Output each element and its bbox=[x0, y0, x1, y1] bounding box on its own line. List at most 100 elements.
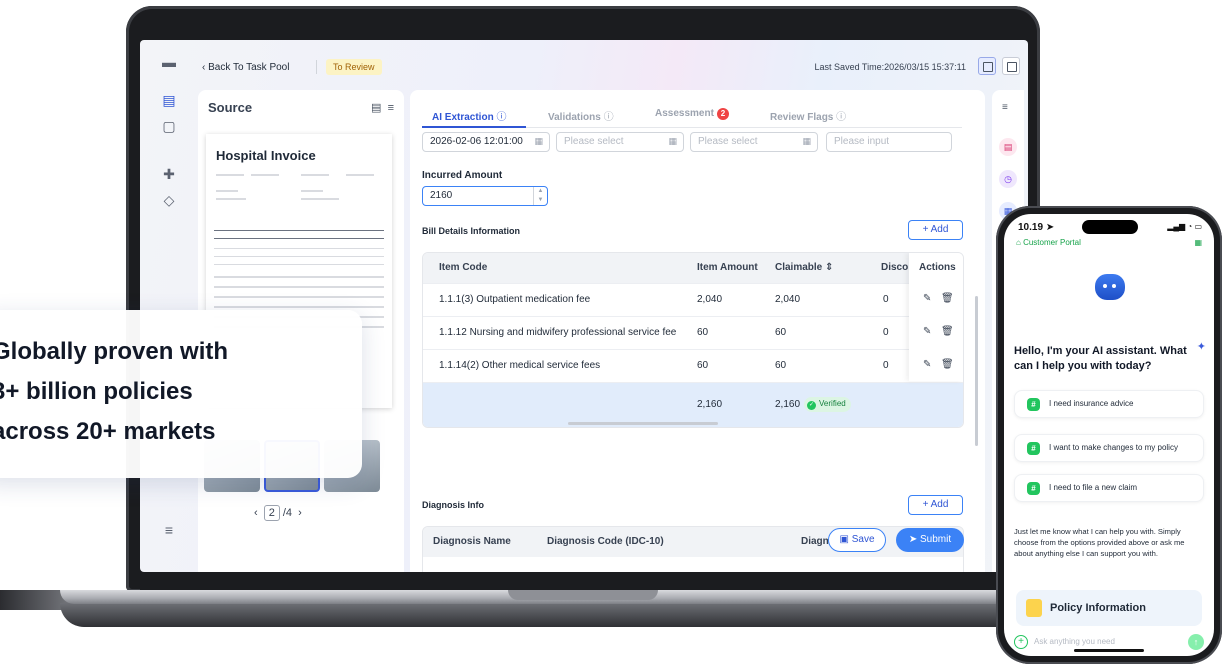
invoice-text-line bbox=[251, 174, 279, 176]
submit-label: Submit bbox=[920, 534, 952, 545]
document-icon[interactable]: ▤ bbox=[999, 138, 1017, 156]
column-header[interactable]: Claimable ⇕ bbox=[775, 262, 833, 273]
document-settings-icon[interactable]: ▤ bbox=[371, 102, 381, 114]
tab-label: Assessment bbox=[655, 108, 714, 119]
prev-page-button[interactable]: ‹ bbox=[254, 507, 258, 519]
column-header: Disco bbox=[881, 262, 909, 273]
tab-assessment[interactable]: Assessment 2 bbox=[655, 108, 729, 120]
verified-label: Verified bbox=[819, 399, 846, 408]
clock-icon[interactable]: ◷ bbox=[999, 170, 1017, 188]
total-claimable-cell: 2,160 ✓ Verified bbox=[775, 397, 851, 412]
hash-icon: # bbox=[1027, 482, 1040, 495]
home-icon: ⌂ bbox=[1016, 238, 1021, 247]
collapse-menu-icon[interactable]: ≡ bbox=[161, 522, 177, 538]
add-diagnosis-button[interactable]: + Add bbox=[908, 495, 963, 515]
customer-portal-link[interactable]: ⌂ Customer Portal bbox=[1016, 238, 1081, 247]
pager: ‹ 2/4 › bbox=[254, 505, 302, 521]
delete-icon[interactable]: 🗑 bbox=[941, 326, 954, 337]
tab-validations[interactable]: Validations ⓘ bbox=[548, 108, 614, 123]
item-amount: 60 bbox=[697, 327, 709, 338]
info-icon: ⓘ bbox=[836, 112, 847, 123]
layout-split-button[interactable] bbox=[1002, 57, 1020, 75]
next-page-button[interactable]: › bbox=[295, 507, 302, 519]
calendar-icon: ▦ bbox=[668, 136, 677, 146]
plus-icon[interactable]: + bbox=[1014, 635, 1028, 649]
quick-option[interactable]: # I want to make changes to my policy bbox=[1014, 434, 1204, 462]
folder-icon[interactable]: ▬ bbox=[161, 54, 177, 70]
tab-review-flags[interactable]: Review Flags ⓘ bbox=[770, 108, 846, 123]
bill-details-title: Bill Details Information bbox=[422, 226, 521, 236]
invoice-text-line bbox=[214, 286, 384, 288]
back-to-task-pool-link[interactable]: ‹ Back To Task Pool bbox=[202, 62, 289, 73]
send-arrow-icon[interactable]: ↑ bbox=[1188, 634, 1204, 650]
column-header: Diagnosis Name bbox=[433, 536, 511, 547]
invoice-title: Hospital Invoice bbox=[216, 148, 316, 163]
add-bill-button[interactable]: + Add bbox=[908, 220, 963, 240]
save-button[interactable]: ▣ Save bbox=[828, 528, 886, 552]
edit-icon[interactable]: ✎ bbox=[923, 359, 931, 370]
home-indicator bbox=[1074, 649, 1144, 652]
menu-icon[interactable]: ▦ bbox=[1194, 238, 1202, 247]
submit-button[interactable]: ➤ Submit bbox=[896, 528, 964, 552]
incurred-amount-value: 2160 bbox=[430, 190, 453, 201]
calendar-icon: ▦ bbox=[534, 136, 543, 146]
status-icons: ▂▄▆ ◔ ▭ bbox=[1167, 222, 1202, 231]
current-page-input[interactable]: 2 bbox=[263, 505, 280, 521]
diagnosis-info-title: Diagnosis Info bbox=[422, 500, 485, 510]
horizontal-scrollbar[interactable] bbox=[568, 422, 718, 425]
time-value: 10.19 bbox=[1018, 222, 1044, 233]
select-field-1[interactable]: Please select ▦ bbox=[556, 132, 684, 152]
location-icon: ➤ bbox=[1045, 222, 1055, 233]
invoice-text-line bbox=[346, 174, 374, 176]
tab-ai-extraction[interactable]: AI Extraction ⓘ bbox=[432, 108, 506, 123]
main-panel: AI Extraction ⓘ Validations ⓘ Assessment… bbox=[410, 90, 985, 572]
send-icon: ➤ bbox=[908, 534, 918, 545]
invoice-text-line bbox=[216, 174, 244, 176]
delete-icon[interactable]: 🗑 bbox=[941, 293, 954, 304]
discount: 0 bbox=[883, 294, 889, 305]
option-label: I need insurance advice bbox=[1049, 399, 1134, 408]
policy-information-card[interactable]: Policy Information bbox=[1016, 590, 1202, 626]
text-input[interactable]: Please input bbox=[826, 132, 952, 152]
select-field-2[interactable]: Please select ▦ bbox=[690, 132, 818, 152]
invoice-text-line bbox=[216, 198, 246, 200]
delete-icon[interactable]: 🗑 bbox=[941, 359, 954, 370]
tab-bar: AI Extraction ⓘ Validations ⓘ Assessment… bbox=[422, 108, 962, 128]
task-icon[interactable]: ▤ bbox=[161, 92, 177, 108]
date-field[interactable]: 2026-02-06 12:01:00 ▦ bbox=[422, 132, 550, 152]
save-label: Save bbox=[851, 534, 875, 545]
edit-icon[interactable]: ✎ bbox=[923, 326, 931, 337]
select-placeholder: Please select bbox=[564, 136, 624, 147]
panel-icon[interactable]: ▢ bbox=[161, 118, 177, 134]
tag-icon[interactable]: ◇ bbox=[161, 192, 177, 208]
invoice-text-line bbox=[214, 296, 384, 298]
phone-screen: 10.19 ➤ ▂▄▆ ◔ ▭ ⌂ Customer Portal ▦ ✦ He… bbox=[1004, 214, 1214, 656]
puzzle-icon[interactable]: ✚ bbox=[161, 166, 177, 182]
column-header: Item Amount bbox=[697, 262, 758, 273]
tab-label: AI Extraction bbox=[432, 112, 494, 123]
invoice-text-line bbox=[301, 174, 329, 176]
collapse-icon[interactable]: ≡ bbox=[1002, 102, 1008, 113]
actions-column: Actions ✎ 🗑 ✎ 🗑 ✎ 🗑 bbox=[909, 253, 963, 381]
quick-option[interactable]: # I need insurance advice bbox=[1014, 390, 1204, 418]
collapse-icon[interactable]: ≡ bbox=[388, 102, 394, 114]
vertical-scrollbar[interactable] bbox=[975, 296, 978, 446]
laptop-bezel bbox=[140, 572, 1028, 590]
app-screen: ▬ ▤ ▢ ✚ ◇ ≡ ‹ Back To Task Pool To Revie… bbox=[140, 40, 1028, 572]
quick-option[interactable]: # I need to file a new claim bbox=[1014, 474, 1204, 502]
policy-label: Policy Information bbox=[1050, 602, 1146, 614]
layout-single-button[interactable] bbox=[978, 57, 996, 75]
table-header: Item Code Item Amount Claimable ⇕ Disco bbox=[423, 253, 963, 283]
incurred-amount-input[interactable]: 2160 ▲ ▼ bbox=[422, 186, 548, 206]
invoice-table-rule bbox=[214, 238, 384, 239]
number-stepper[interactable]: ▲ ▼ bbox=[533, 187, 547, 205]
calendar-icon: ▦ bbox=[802, 136, 811, 146]
column-header: Actions bbox=[919, 262, 956, 273]
source-tools: ▤ ≡ bbox=[371, 101, 394, 114]
bill-details-table: Item Code Item Amount Claimable ⇕ Disco … bbox=[422, 252, 964, 428]
back-label: Back To Task Pool bbox=[208, 62, 290, 73]
option-label: I need to file a new claim bbox=[1049, 483, 1138, 492]
table-row: 1.1.1(3) Outpatient medication fee 2,040… bbox=[423, 283, 963, 316]
edit-icon[interactable]: ✎ bbox=[923, 293, 931, 304]
chat-placeholder: Ask anything you need bbox=[1034, 637, 1115, 646]
